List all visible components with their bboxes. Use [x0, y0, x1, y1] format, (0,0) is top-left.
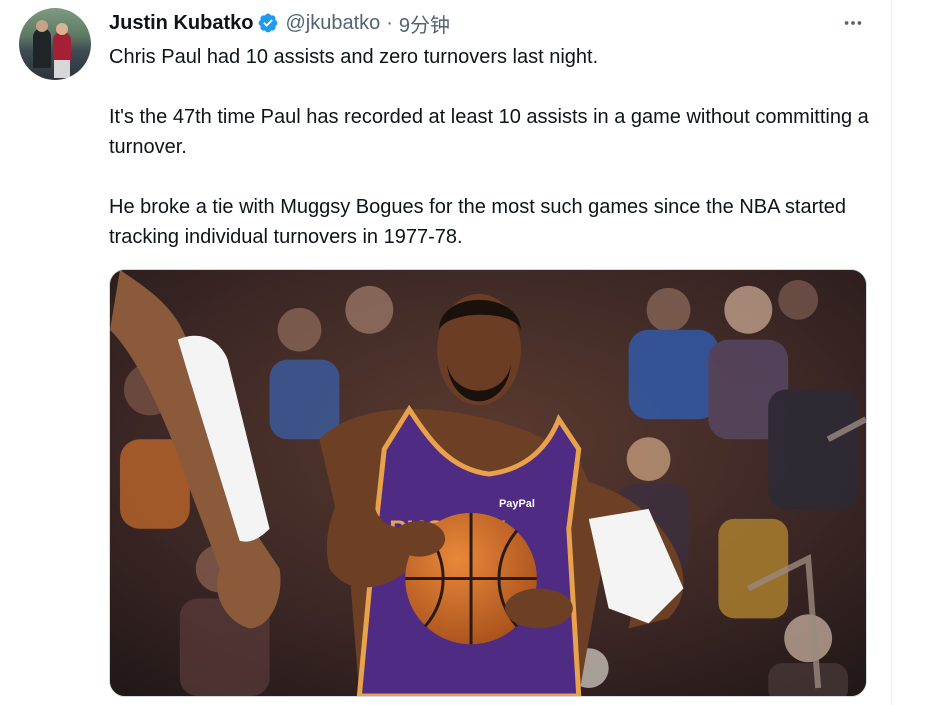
tweet-text: Chris Paul had 10 assists and zero turno…	[109, 42, 879, 252]
separator-dot: ·	[386, 11, 393, 34]
tweet-header: Justin Kubatko @jkubatko · 9分钟	[109, 9, 450, 38]
avatar[interactable]	[19, 8, 91, 80]
jersey-sponsor: PayPal	[499, 498, 535, 510]
tweet-paragraph: He broke a tie with Muggsy Bogues for th…	[109, 196, 847, 248]
author-handle[interactable]: @jkubatko	[285, 12, 380, 35]
author-name[interactable]: Justin Kubatko	[109, 12, 253, 35]
more-horizontal-icon	[844, 21, 862, 25]
tweet-paragraph: It's the 47th time Paul has recorded at …	[109, 106, 869, 158]
verified-badge-icon	[259, 13, 278, 33]
tweet-paragraph: Chris Paul had 10 assists and zero turno…	[109, 46, 599, 68]
tweet[interactable]: Justin Kubatko @jkubatko · 9分钟 Chris Pau…	[0, 0, 891, 705]
tweet-photo[interactable]: PHOENIX PayPal	[109, 269, 867, 697]
basketball-player-photo: PHOENIX PayPal	[110, 270, 866, 696]
tweet-timestamp[interactable]: 9分钟	[399, 9, 450, 38]
more-options-button[interactable]	[838, 8, 868, 38]
column-divider	[891, 0, 892, 705]
